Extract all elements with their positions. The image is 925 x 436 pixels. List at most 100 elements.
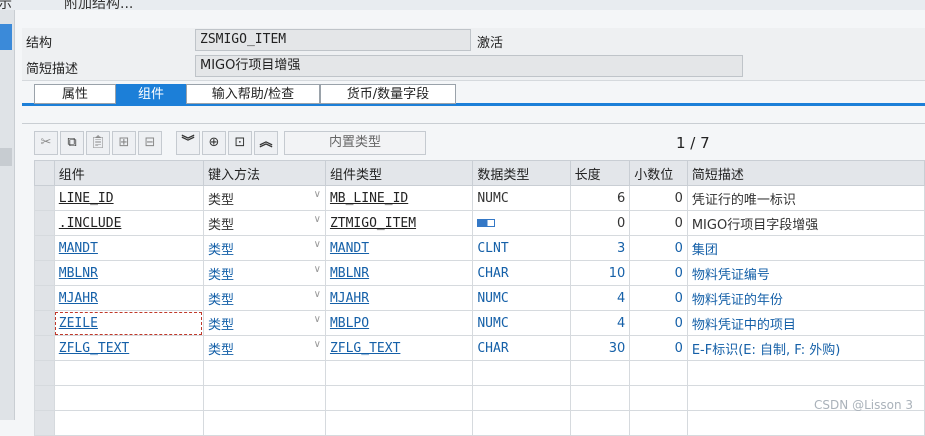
empty-cell[interactable] xyxy=(472,410,571,436)
col-header-method[interactable]: 键入方法 xyxy=(202,160,326,186)
expand-all-icon[interactable]: ︾ xyxy=(176,131,200,155)
chevron-down-icon[interactable]: ∨ xyxy=(314,314,321,325)
struct-name-field[interactable]: ZSMIGO_ITEM xyxy=(195,29,471,51)
col-header-decimals[interactable]: 小数位 xyxy=(629,160,688,186)
component-cell[interactable]: .INCLUDE xyxy=(53,210,204,236)
comp-type-cell[interactable]: MBLPO xyxy=(324,310,474,336)
cut-icon[interactable]: ✂ xyxy=(34,131,58,155)
row-selector[interactable] xyxy=(34,210,55,236)
col-header-comp-type[interactable]: 组件类型 xyxy=(324,160,474,186)
method-cell[interactable]: 类型 ∨ xyxy=(202,210,326,236)
row-selector[interactable] xyxy=(34,360,55,386)
tab-components[interactable]: 组件 xyxy=(116,84,186,104)
empty-cell[interactable] xyxy=(569,385,631,411)
comp-type-value[interactable]: ZTMIGO_ITEM xyxy=(330,216,416,231)
component-cell[interactable]: ZEILE xyxy=(53,310,204,336)
empty-cell[interactable] xyxy=(202,360,326,386)
table-row[interactable]: ZFLG_TEXT 类型 ∨ ZFLG_TEXT CHAR 30 0 E-F标识(E: 自制,… xyxy=(34,335,925,361)
chevron-down-icon[interactable]: ∨ xyxy=(314,264,321,275)
tab-attributes[interactable]: 属性 xyxy=(34,84,116,104)
component-name[interactable]: MANDT xyxy=(59,241,98,256)
table-row[interactable]: MBLNR 类型 ∨ MBLNR CHAR 10 0 物料凭证编号 xyxy=(34,260,925,286)
component-name[interactable]: MBLNR xyxy=(59,266,98,281)
table-row[interactable]: LINE_ID 类型 ∨ MB_LINE_ID NUMC 6 0 凭证行的唯一标识 xyxy=(34,185,925,211)
comp-type-value[interactable]: MJAHR xyxy=(330,291,369,306)
menu-item-append-structure[interactable]: 附加结构... xyxy=(64,0,133,10)
empty-table-row[interactable] xyxy=(34,360,925,386)
method-cell[interactable]: 类型 ∨ xyxy=(202,185,326,211)
component-name[interactable]: LINE_ID xyxy=(59,191,114,206)
table-row[interactable]: MJAHR 类型 ∨ MJAHR NUMC 4 0 物料凭证的年份 xyxy=(34,285,925,311)
empty-cell[interactable] xyxy=(629,360,688,386)
details-icon[interactable]: ⊡ xyxy=(228,131,252,155)
collapse-all-icon[interactable]: ︽ xyxy=(254,131,278,155)
component-name[interactable]: ZFLG_TEXT xyxy=(59,341,129,356)
comp-type-cell[interactable]: ZTMIGO_ITEM xyxy=(324,210,474,236)
empty-cell[interactable] xyxy=(53,410,204,436)
col-header-length[interactable]: 长度 xyxy=(569,160,631,186)
chevron-down-icon[interactable]: ∨ xyxy=(314,214,321,225)
desc-field[interactable]: MIGO行项目增强 xyxy=(195,55,743,77)
empty-cell[interactable] xyxy=(53,360,204,386)
insert-row-icon[interactable]: ⊞ xyxy=(112,131,136,155)
method-cell[interactable]: 类型 ∨ xyxy=(202,335,326,361)
empty-table-row[interactable] xyxy=(34,410,925,436)
comp-type-value[interactable]: MBLNR xyxy=(330,266,369,281)
component-name[interactable]: ZEILE xyxy=(59,316,98,331)
comp-type-cell[interactable]: MANDT xyxy=(324,235,474,261)
table-row[interactable]: ZEILE 类型 ∨ MBLPO NUMC 4 0 物料凭证中的项目 xyxy=(34,310,925,336)
empty-cell[interactable] xyxy=(686,360,925,386)
delete-row-icon[interactable]: ⊟ xyxy=(138,131,162,155)
paste-icon[interactable]: 📋︎ xyxy=(86,131,110,155)
row-selector[interactable] xyxy=(34,310,55,336)
left-nav-selected[interactable] xyxy=(0,24,12,50)
method-cell[interactable]: 类型 ∨ xyxy=(202,285,326,311)
empty-cell[interactable] xyxy=(569,410,631,436)
chevron-down-icon[interactable]: ∨ xyxy=(314,189,321,200)
empty-cell[interactable] xyxy=(324,385,474,411)
chevron-down-icon[interactable]: ∨ xyxy=(314,239,321,250)
tab-input-help[interactable]: 输入帮助/检查 xyxy=(186,84,320,104)
row-selector[interactable] xyxy=(34,410,55,436)
row-selector[interactable] xyxy=(34,235,55,261)
comp-type-value[interactable]: ZFLG_TEXT xyxy=(330,341,400,356)
comp-type-cell[interactable]: MJAHR xyxy=(324,285,474,311)
col-header-data-type[interactable]: 数据类型 xyxy=(472,160,571,186)
component-cell[interactable]: ZFLG_TEXT xyxy=(53,335,204,361)
comp-type-value[interactable]: MANDT xyxy=(330,241,369,256)
row-selector[interactable] xyxy=(34,285,55,311)
select-all-cell[interactable] xyxy=(34,160,55,186)
empty-cell[interactable] xyxy=(324,410,474,436)
comp-type-value[interactable]: MB_LINE_ID xyxy=(330,191,408,206)
method-cell[interactable]: 类型 ∨ xyxy=(202,260,326,286)
row-selector[interactable] xyxy=(34,385,55,411)
empty-table-row[interactable] xyxy=(34,385,925,411)
chevron-down-icon[interactable]: ∨ xyxy=(314,289,321,300)
comp-type-cell[interactable]: MB_LINE_ID xyxy=(324,185,474,211)
empty-cell[interactable] xyxy=(202,410,326,436)
empty-cell[interactable] xyxy=(202,385,326,411)
component-name[interactable]: MJAHR xyxy=(59,291,98,306)
comp-type-cell[interactable]: MBLNR xyxy=(324,260,474,286)
builtin-type-button[interactable]: 内置类型 xyxy=(284,131,426,155)
empty-cell[interactable] xyxy=(324,360,474,386)
menu-fragment[interactable]: 示 xyxy=(0,0,12,10)
empty-cell[interactable] xyxy=(629,385,688,411)
col-header-description[interactable]: 简短描述 xyxy=(686,160,925,186)
copy-icon[interactable]: ⧉ xyxy=(60,131,84,155)
empty-cell[interactable] xyxy=(472,360,571,386)
component-cell[interactable]: MANDT xyxy=(53,235,204,261)
empty-cell[interactable] xyxy=(53,385,204,411)
component-cell[interactable]: MJAHR xyxy=(53,285,204,311)
empty-cell[interactable] xyxy=(629,410,688,436)
row-selector[interactable] xyxy=(34,185,55,211)
comp-type-cell[interactable]: ZFLG_TEXT xyxy=(324,335,474,361)
empty-cell[interactable] xyxy=(569,360,631,386)
empty-cell[interactable] xyxy=(686,410,925,436)
table-row[interactable]: MANDT 类型 ∨ MANDT CLNT 3 0 集团 xyxy=(34,235,925,261)
table-row[interactable]: .INCLUDE 类型 ∨ ZTMIGO_ITEM 0 0 MIGO行项目字段增强 xyxy=(34,210,925,236)
component-cell[interactable]: MBLNR xyxy=(53,260,204,286)
add-include-icon[interactable]: ⊕ xyxy=(202,131,226,155)
col-header-component[interactable]: 组件 xyxy=(53,160,204,186)
method-cell[interactable]: 类型 ∨ xyxy=(202,235,326,261)
